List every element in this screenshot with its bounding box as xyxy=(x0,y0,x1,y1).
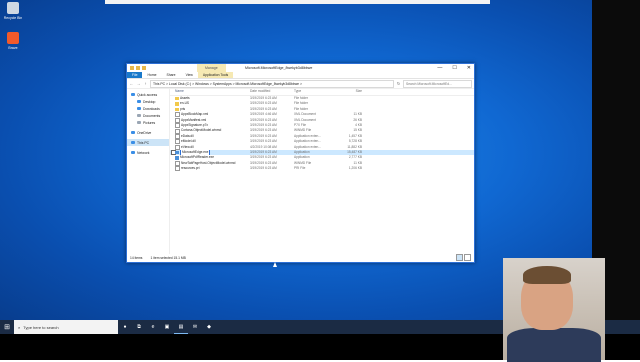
star-icon xyxy=(131,92,135,97)
tab-share[interactable]: Share xyxy=(162,72,181,78)
column-name[interactable]: Name xyxy=(175,88,250,95)
sidebar-item-pictures[interactable]: Pictures xyxy=(127,119,169,126)
sidebar-item-label: Desktop xyxy=(143,99,156,104)
brave-icon xyxy=(7,32,19,44)
folder-icon xyxy=(175,96,179,101)
tab-view[interactable]: View xyxy=(181,72,198,78)
column-headers: Name Date modified Type Size xyxy=(170,88,474,96)
webcam-overlay xyxy=(503,258,605,362)
desktop-icon-label: Brave xyxy=(8,46,18,50)
sidebar-item-label: This PC xyxy=(137,140,150,145)
search-placeholder: Type here to search xyxy=(23,324,59,330)
sidebar-item-label: Quick access xyxy=(137,92,158,97)
store-icon[interactable]: ▣ xyxy=(160,320,174,334)
desktop-icon-brave[interactable]: Brave xyxy=(0,32,26,50)
search-input[interactable]: Search Microsoft.MicrosoftEd... xyxy=(403,79,472,88)
sidebar-item-label: Pictures xyxy=(143,120,156,125)
edge-icon[interactable]: e xyxy=(146,320,160,334)
file-date: 3/19/2019 6:23 AM xyxy=(250,166,277,171)
pictures-icon xyxy=(137,120,141,125)
person-hair xyxy=(523,266,571,284)
mic-icon[interactable]: ● xyxy=(118,320,132,334)
refresh-icon[interactable]: ↻ xyxy=(396,81,401,86)
back-arrow-icon[interactable]: ← xyxy=(129,81,134,86)
up-arrow-icon[interactable]: ↑ xyxy=(143,81,148,86)
sidebar-item-this-pc[interactable]: This PC xyxy=(127,139,169,146)
item-count: 14 items xyxy=(130,256,143,260)
brave-taskbar-icon[interactable]: ◆ xyxy=(202,320,216,334)
documents-icon xyxy=(137,113,141,118)
folder-icon xyxy=(175,107,179,112)
status-bar: 14 items 1 item selected 15.1 MB xyxy=(127,254,474,262)
navigation-pane: Quick access Desktop Downloads Documents Pic… xyxy=(127,88,170,254)
minimize-button[interactable]: — xyxy=(437,64,442,72)
maximize-button[interactable]: ☐ xyxy=(452,64,456,72)
sidebar-item-quick-access[interactable]: Quick access xyxy=(127,91,169,98)
address-bar[interactable]: This PC > Local Disk (C:) > Windows > Sy… xyxy=(150,79,394,88)
file-icon xyxy=(175,166,180,172)
tab-file[interactable]: File xyxy=(127,72,143,78)
windows-logo-icon[interactable]: ⊞ xyxy=(0,320,14,334)
sidebar-item-label: Network xyxy=(137,150,150,155)
title-bar[interactable]: Manage Microsoft.MicrosoftEdge_8wekyb3d8… xyxy=(127,64,474,72)
file-type: PRI File xyxy=(294,166,306,171)
search-icon: ⌕ xyxy=(18,324,21,330)
top-window-edge xyxy=(105,0,490,4)
new-folder-icon[interactable] xyxy=(142,66,146,70)
manage-tab[interactable]: Manage xyxy=(197,64,226,72)
download-icon xyxy=(137,106,141,111)
desktop-icon-recycle-bin[interactable]: Recycle Bin xyxy=(0,2,26,20)
table-row[interactable]: resources.pri 3/19/2019 6:23 AM PRI File 1,… xyxy=(170,166,474,172)
file-explorer-icon[interactable]: ▤ xyxy=(174,320,188,334)
details-view-icon[interactable] xyxy=(456,254,463,261)
person-shirt xyxy=(507,328,601,362)
mail-icon[interactable]: ✉ xyxy=(188,320,202,334)
sidebar-item-network[interactable]: Network xyxy=(127,149,169,156)
tab-home[interactable]: Home xyxy=(142,72,161,78)
cloud-icon xyxy=(131,130,135,135)
taskbar-search[interactable]: ⌕ Type here to search xyxy=(14,320,118,334)
sidebar-item-desktop[interactable]: Desktop xyxy=(127,98,169,105)
quick-access-toolbar xyxy=(130,66,146,70)
column-size[interactable]: Size xyxy=(338,88,362,95)
application-icon xyxy=(175,150,179,155)
sidebar-item-downloads[interactable]: Downloads xyxy=(127,105,169,112)
file-size: 1,206 KB xyxy=(348,166,362,171)
application-icon xyxy=(175,156,179,160)
file-list: Name Date modified Type Size Assets 3/19/… xyxy=(170,88,474,254)
file-name: resources.pri xyxy=(181,166,200,171)
column-date[interactable]: Date modified xyxy=(250,88,294,95)
task-view-icon[interactable]: ⧉ xyxy=(132,320,146,334)
tab-application-tools[interactable]: Application Tools xyxy=(197,72,234,78)
column-type[interactable]: Type xyxy=(294,88,338,95)
ribbon-tabs: File Home Share View Application Tools xyxy=(127,72,474,79)
network-icon xyxy=(131,150,135,155)
sidebar-item-label: Documents xyxy=(143,113,161,118)
sidebar-item-label: OneDrive xyxy=(137,130,152,135)
mouse-cursor xyxy=(273,262,277,267)
window-title: Microsoft.MicrosoftEdge_8wekyb3d8bbwe xyxy=(245,66,313,70)
sidebar-item-label: Downloads xyxy=(143,106,160,111)
file-explorer-window: Manage Microsoft.MicrosoftEdge_8wekyb3d8… xyxy=(126,63,475,263)
sidebar-item-documents[interactable]: Documents xyxy=(127,112,169,119)
folder-icon xyxy=(175,102,179,106)
forward-arrow-icon[interactable]: → xyxy=(136,81,141,86)
desktop-icon-label: Recycle Bin xyxy=(3,16,23,20)
recycle-bin-icon xyxy=(7,2,19,14)
desktop-icon xyxy=(137,99,141,104)
close-button[interactable]: ✕ xyxy=(467,64,471,72)
folder-icon[interactable] xyxy=(130,66,134,70)
selection-info: 1 item selected 15.1 MB xyxy=(150,256,186,260)
properties-icon[interactable] xyxy=(136,66,140,70)
large-icons-view-icon[interactable] xyxy=(464,254,471,261)
sidebar-item-onedrive[interactable]: OneDrive xyxy=(127,129,169,136)
computer-icon xyxy=(131,140,135,145)
